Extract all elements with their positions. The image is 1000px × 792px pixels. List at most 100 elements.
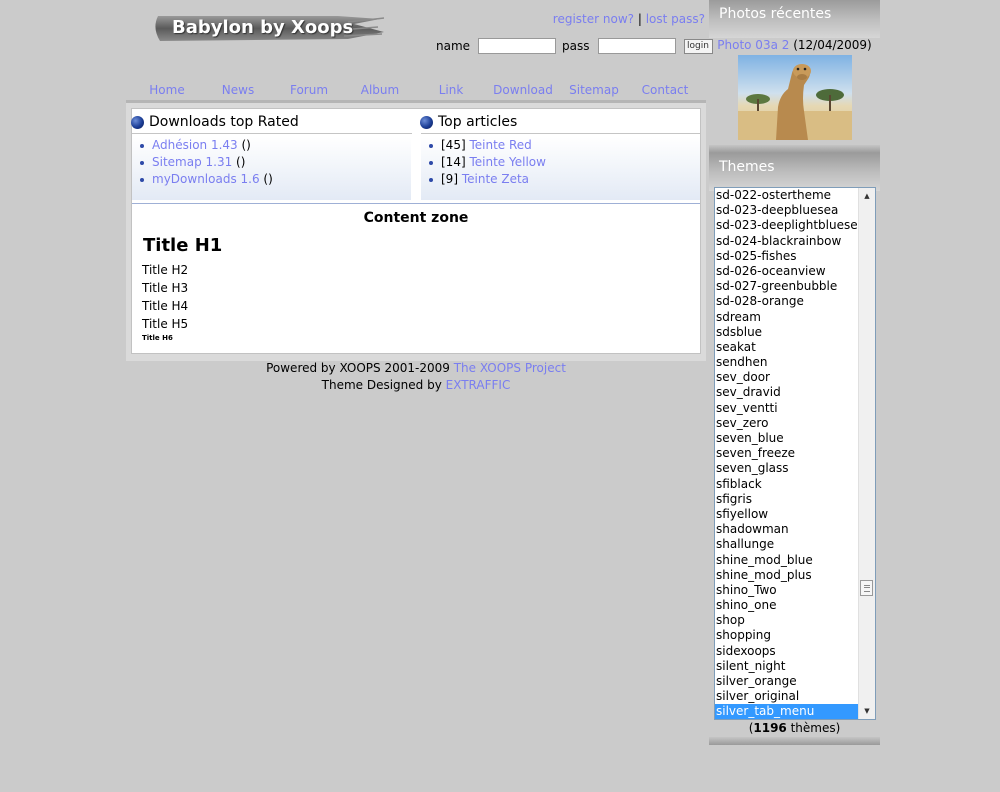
theme-option[interactable]: shop: [715, 613, 875, 628]
theme-option[interactable]: sd-022-ostertheme: [715, 188, 875, 203]
pass-input[interactable]: [597, 38, 676, 54]
scroll-up-arrow-icon[interactable]: ▲: [859, 188, 875, 204]
download-link[interactable]: myDownloads 1.6: [152, 172, 260, 186]
theme-option[interactable]: silver_tab_menu: [715, 704, 875, 719]
extraffic-link[interactable]: EXTRAFFIC: [446, 378, 511, 392]
articles-block-body: [45] Teinte Red [14] Teinte Yellow [9] T…: [421, 137, 700, 200]
heading-h3: Title H3: [142, 281, 189, 295]
theme-option[interactable]: silent_night: [715, 659, 875, 674]
theme-option[interactable]: shino_one: [715, 598, 875, 613]
themes-scrollbar[interactable]: ▲ ▼: [858, 188, 875, 719]
list-item: myDownloads 1.6 (): [140, 171, 411, 188]
powered-text: Powered by XOOPS 2001-2009: [266, 361, 454, 375]
articles-block-title: Top articles: [438, 114, 518, 130]
blue-orb-icon: [420, 115, 433, 129]
theme-option[interactable]: seven_freeze: [715, 446, 875, 461]
nav-contact[interactable]: Contact: [629, 83, 701, 97]
theme-option[interactable]: seven_glass: [715, 461, 875, 476]
nav-sitemap[interactable]: Sitemap: [558, 83, 630, 97]
theme-option[interactable]: sfigris: [715, 492, 875, 507]
theme-option[interactable]: shine_mod_plus: [715, 568, 875, 583]
theme-option[interactable]: silver_original: [715, 689, 875, 704]
themes-header: Themes: [709, 153, 880, 191]
theme-option[interactable]: sev_dravid: [715, 385, 875, 400]
photos-header: Photos récentes: [709, 0, 880, 38]
register-link[interactable]: register now?: [553, 12, 634, 26]
nav-download[interactable]: Download: [487, 83, 559, 97]
nav-album[interactable]: Album: [344, 83, 416, 97]
site-logo[interactable]: Babylon by Xoops: [148, 10, 384, 46]
themes-count-label: thèmes): [786, 721, 841, 735]
theme-option[interactable]: sendhen: [715, 355, 875, 370]
xoops-project-link[interactable]: The XOOPS Project: [454, 361, 566, 375]
articles-block-header: Top articles: [420, 111, 700, 134]
theme-credit: Theme Designed by EXTRAFFIC: [126, 378, 706, 392]
themes-options: sd-022-ostertheme sd-023-deepbluesea sd-02…: [715, 188, 875, 719]
camel-photo[interactable]: [738, 55, 852, 140]
account-separator: |: [634, 12, 646, 26]
theme-option[interactable]: sd-023-deeplightbluesea: [715, 218, 875, 233]
theme-option[interactable]: sd-026-oceanview: [715, 264, 875, 279]
theme-option[interactable]: shino_Two: [715, 583, 875, 598]
scrollbar-thumb[interactable]: [860, 580, 873, 596]
photos-footer-bar: [709, 145, 880, 153]
article-link[interactable]: Teinte Zeta: [462, 172, 529, 186]
theme-option[interactable]: shopping: [715, 628, 875, 643]
theme-option[interactable]: shadowman: [715, 522, 875, 537]
article-count: [9]: [441, 172, 458, 186]
theme-option[interactable]: sd-027-greenbubble: [715, 279, 875, 294]
login-form: name pass login: [436, 36, 713, 56]
scroll-down-arrow-icon[interactable]: ▼: [859, 703, 875, 719]
heading-h5: Title H5: [142, 317, 189, 331]
content-area: Downloads top Rated Adhésion 1.43 () Sit…: [131, 108, 701, 354]
theme-option[interactable]: sev_door: [715, 370, 875, 385]
theme-option[interactable]: sidexoops: [715, 644, 875, 659]
themes-listbox[interactable]: sd-022-ostertheme sd-023-deepbluesea sd-02…: [714, 187, 876, 720]
article-link[interactable]: Teinte Yellow: [469, 155, 545, 169]
theme-option[interactable]: seakat: [715, 340, 875, 355]
download-suffix: (): [232, 155, 246, 169]
nav-news[interactable]: News: [202, 83, 274, 97]
nav-home[interactable]: Home: [131, 83, 203, 97]
theme-option[interactable]: sev_ventti: [715, 401, 875, 416]
nav-forum[interactable]: Forum: [273, 83, 345, 97]
theme-option[interactable]: sd-025-fishes: [715, 249, 875, 264]
download-link[interactable]: Sitemap 1.31: [152, 155, 232, 169]
theme-option[interactable]: sfiyellow: [715, 507, 875, 522]
themes-count-number: 1196: [753, 721, 787, 735]
photo-date: (12/04/2009): [789, 38, 872, 52]
downloads-list: Adhésion 1.43 () Sitemap 1.31 () myDownl…: [132, 137, 411, 188]
pass-label: pass: [562, 39, 590, 53]
theme-option[interactable]: sd-028-orange: [715, 294, 875, 309]
heading-h6: Title H6: [142, 334, 173, 342]
theme-option[interactable]: sdream: [715, 310, 875, 325]
main-nav: Home News Forum Album Link Download Site…: [131, 83, 701, 99]
name-input[interactable]: [478, 38, 557, 54]
download-link[interactable]: Adhésion 1.43: [152, 138, 238, 152]
themes-title: Themes: [719, 159, 775, 175]
theme-option[interactable]: shallunge: [715, 537, 875, 552]
downloads-block-body: Adhésion 1.43 () Sitemap 1.31 () myDownl…: [132, 137, 411, 200]
nav-link[interactable]: Link: [415, 83, 487, 97]
list-item: Adhésion 1.43 (): [140, 137, 411, 154]
themes-count: (1196 thèmes): [709, 721, 880, 735]
download-suffix: (): [237, 138, 251, 152]
theme-option[interactable]: sfiblack: [715, 477, 875, 492]
photo-link[interactable]: Photo 03a 2: [717, 38, 789, 52]
theme-option[interactable]: sev_zero: [715, 416, 875, 431]
article-count: [14]: [441, 155, 466, 169]
theme-option[interactable]: seven_blue: [715, 431, 875, 446]
list-item: [9] Teinte Zeta: [429, 171, 700, 188]
theme-option[interactable]: silver_orange: [715, 674, 875, 689]
theme-option[interactable]: sd-023-deepbluesea: [715, 203, 875, 218]
name-label: name: [436, 39, 471, 53]
powered-by: Powered by XOOPS 2001-2009 The XOOPS Pro…: [126, 361, 706, 375]
theme-option[interactable]: shine_mod_blue: [715, 553, 875, 568]
content-divider: [132, 203, 700, 204]
theme-option[interactable]: sdsblue: [715, 325, 875, 340]
article-link[interactable]: Teinte Red: [469, 138, 531, 152]
articles-list: [45] Teinte Red [14] Teinte Yellow [9] T…: [421, 137, 700, 188]
theme-option[interactable]: sd-024-blackrainbow: [715, 234, 875, 249]
lost-pass-link[interactable]: lost pass?: [646, 12, 705, 26]
photo-caption: Photo 03a 2 (12/04/2009): [709, 38, 880, 52]
